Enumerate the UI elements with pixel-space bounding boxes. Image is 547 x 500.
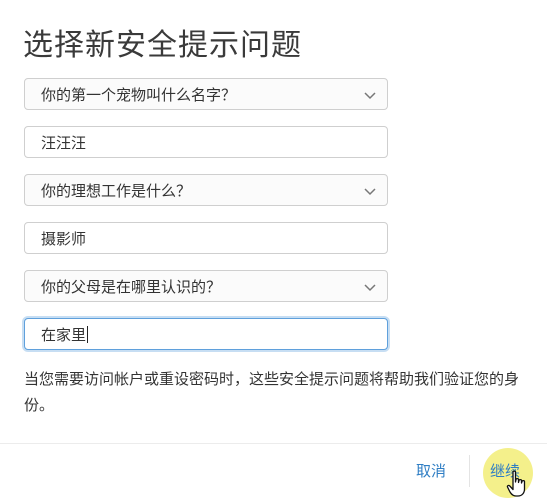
- chevron-down-icon: [364, 284, 376, 292]
- question-1-select[interactable]: 你的第一个宠物叫什么名字？: [24, 78, 388, 110]
- answer-1-input[interactable]: 汪汪汪: [24, 126, 388, 158]
- page-title: 选择新安全提示问题: [23, 28, 302, 63]
- text-caret: [87, 325, 89, 343]
- hand-pointer-icon: [506, 470, 526, 497]
- answer-3-input[interactable]: 在家里: [24, 318, 388, 350]
- question-2-select[interactable]: 你的理想工作是什么？: [24, 174, 388, 206]
- question-3-select[interactable]: 你的父母是在哪里认识的？: [24, 270, 388, 302]
- button-separator: [469, 455, 470, 487]
- footer-divider: [0, 443, 547, 444]
- security-questions-dialog: 选择新安全提示问题 你的第一个宠物叫什么名字？ 汪汪汪 你的理想工作是什么？ 摄…: [0, 0, 547, 500]
- answer-2-input[interactable]: 摄影师: [24, 222, 388, 254]
- question-2-label: 你的理想工作是什么？: [41, 181, 192, 200]
- chevron-down-icon: [364, 188, 376, 196]
- question-3-label: 你的父母是在哪里认识的？: [41, 277, 222, 296]
- chevron-down-icon: [364, 92, 376, 100]
- cancel-button[interactable]: 取消: [416, 460, 446, 481]
- question-1-label: 你的第一个宠物叫什么名字？: [41, 85, 237, 104]
- answer-3-value: 在家里: [41, 325, 87, 344]
- answer-1-value: 汪汪汪: [41, 133, 87, 152]
- description-text: 当您需要访问帐户或重设密码时，这些安全提示问题将帮助我们验证您的身份。: [24, 370, 520, 414]
- answer-2-value: 摄影师: [41, 229, 87, 248]
